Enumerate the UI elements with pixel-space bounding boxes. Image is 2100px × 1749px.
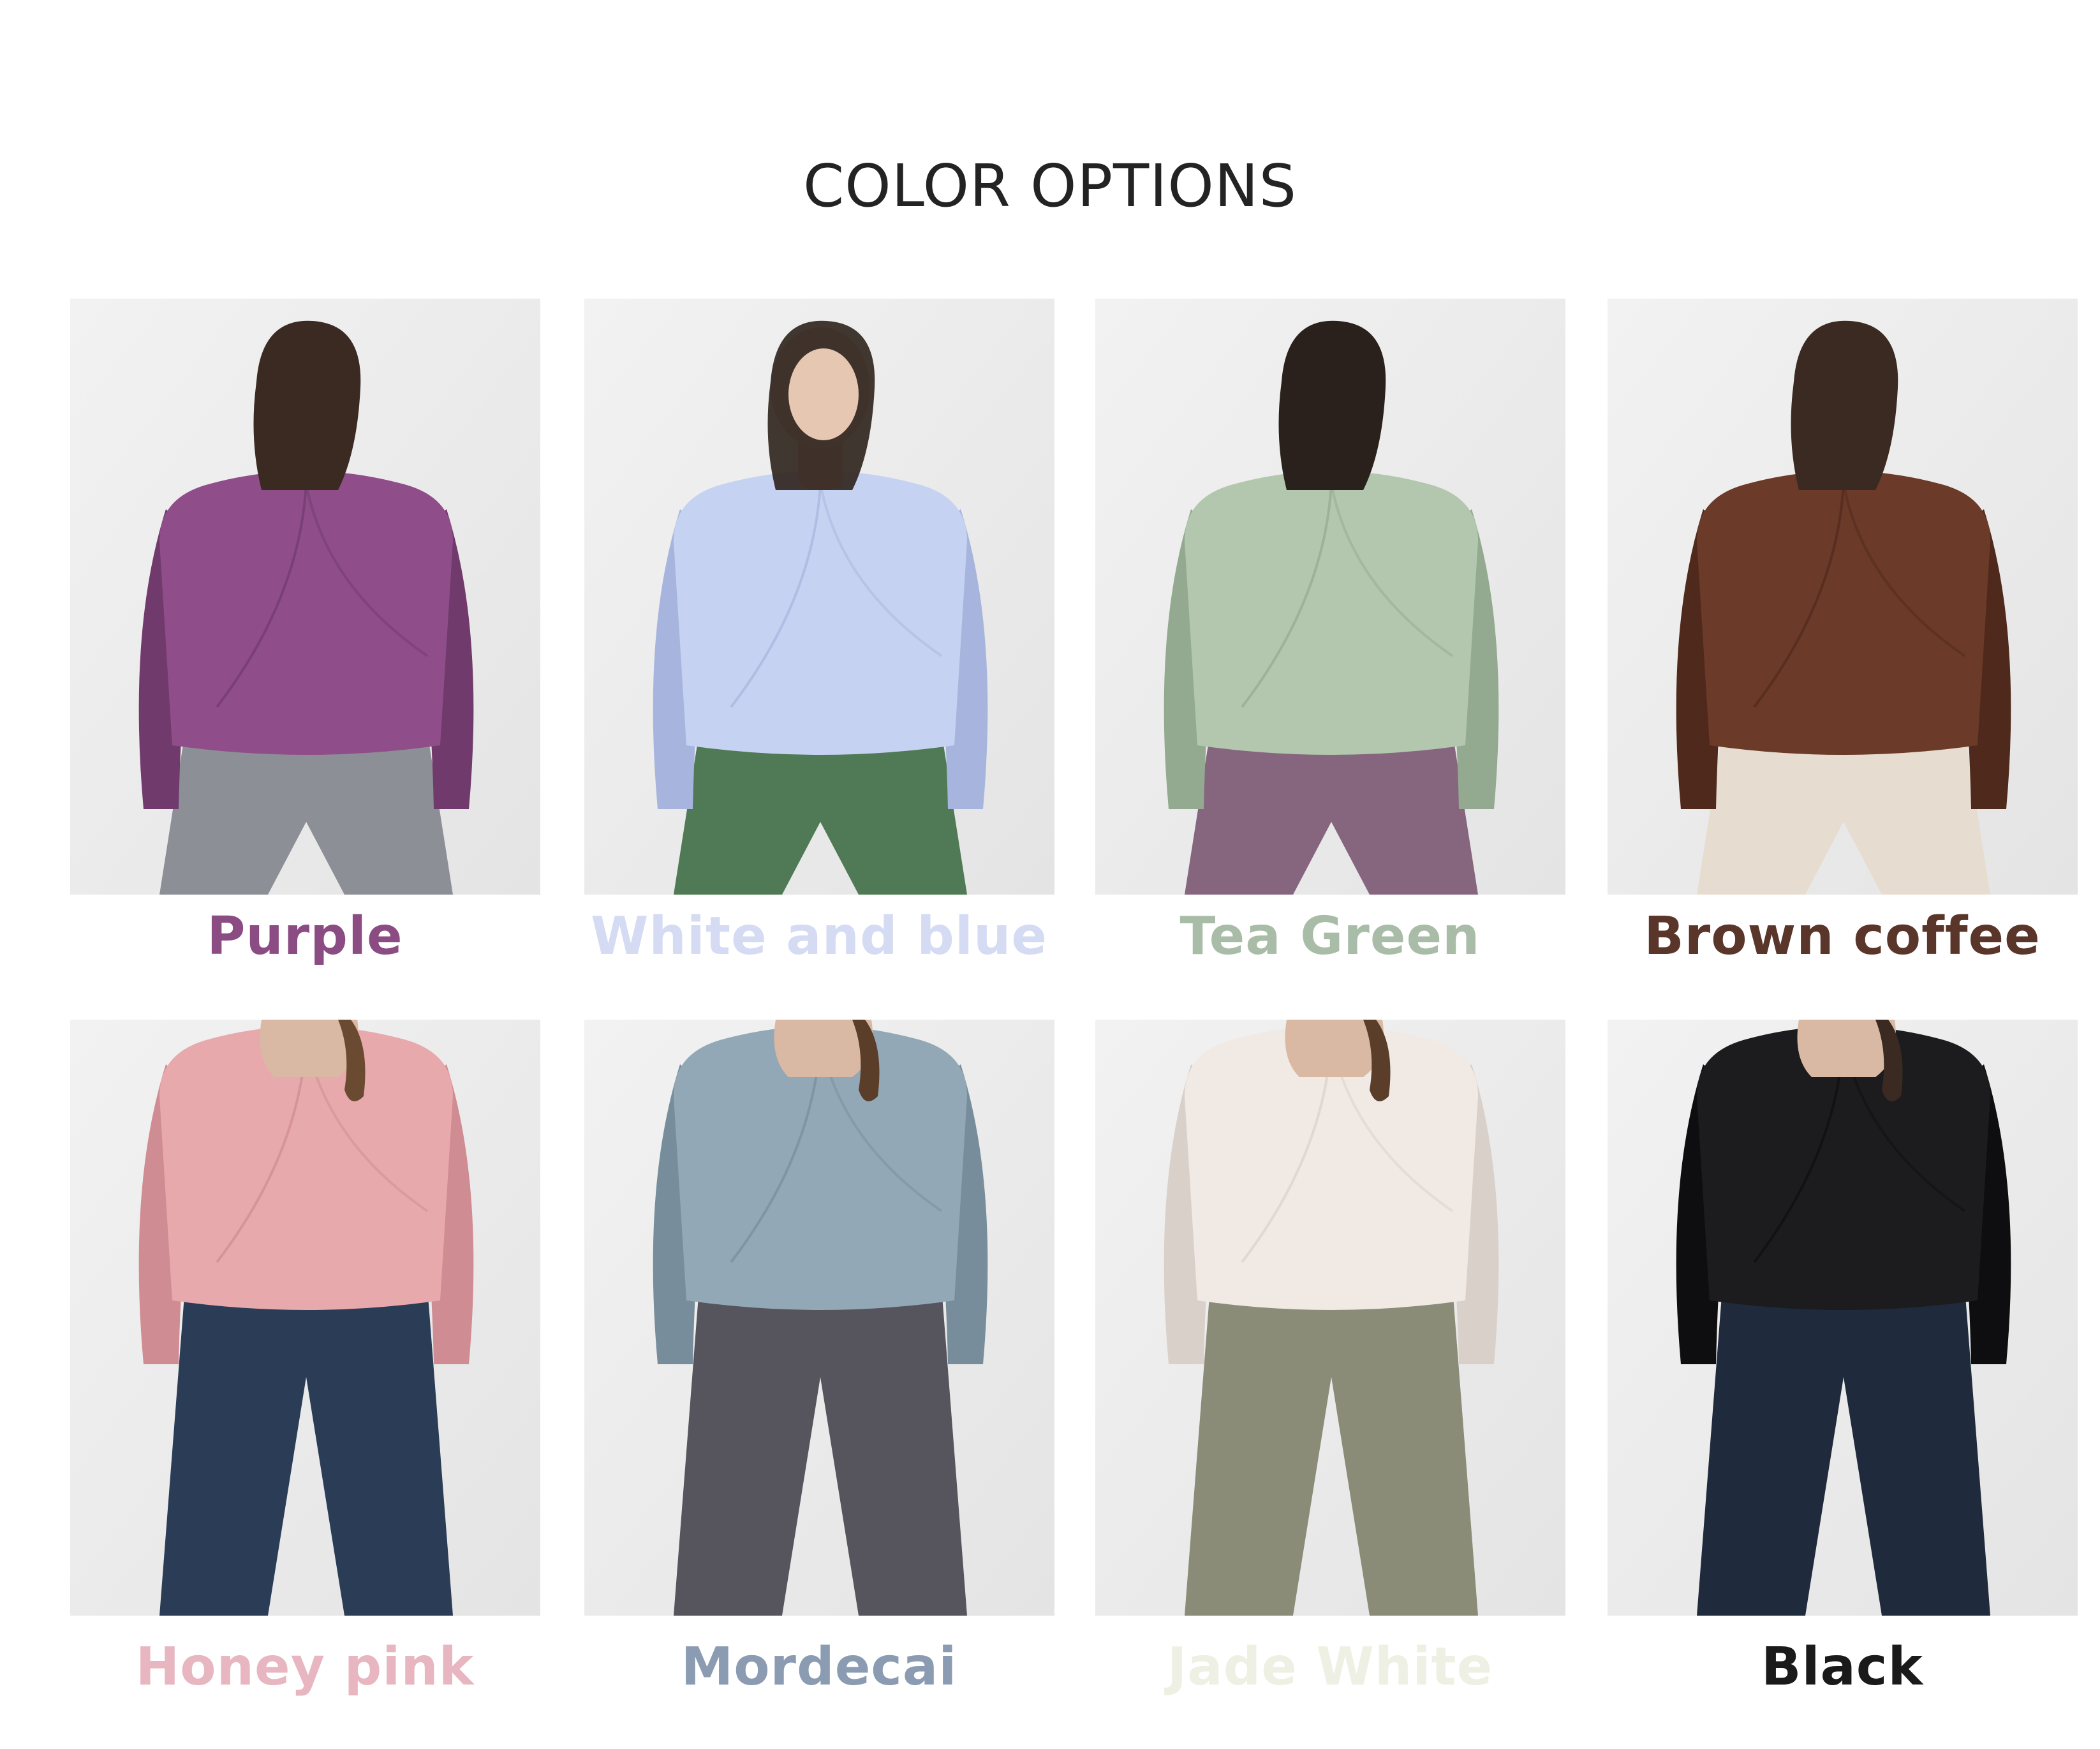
product-photo-tea-green <box>1095 299 1565 895</box>
product-photo-black <box>1608 1020 2078 1616</box>
product-photo-honey-pink <box>70 1020 540 1616</box>
color-label-honey-pink: Honey pink <box>135 1637 475 1697</box>
page-title: COLOR OPTIONS <box>802 152 1298 220</box>
product-photo-mordecai <box>584 1020 1054 1616</box>
product-photo-purple <box>70 299 540 895</box>
color-label-tea-green: Tea Green <box>1179 906 1481 967</box>
color-label-jade-white: Jade White <box>1167 1637 1493 1697</box>
shirt-shape <box>159 471 453 755</box>
color-label-brown-coffee: Brown coffee <box>1644 906 2041 967</box>
product-photo-white-and-blue <box>584 299 1054 895</box>
shirt-shape <box>1185 471 1478 755</box>
product-photo-brown-coffee <box>1608 299 2078 895</box>
shirt-shape <box>674 471 967 755</box>
product-photo-jade-white <box>1095 1020 1565 1616</box>
color-label-white-and-blue: White and blue <box>590 906 1048 967</box>
color-label-mordecai: Mordecai <box>681 1637 958 1697</box>
shirt-shape <box>1697 471 1990 755</box>
color-label-purple: Purple <box>207 906 403 967</box>
color-label-black: Black <box>1761 1637 1924 1697</box>
